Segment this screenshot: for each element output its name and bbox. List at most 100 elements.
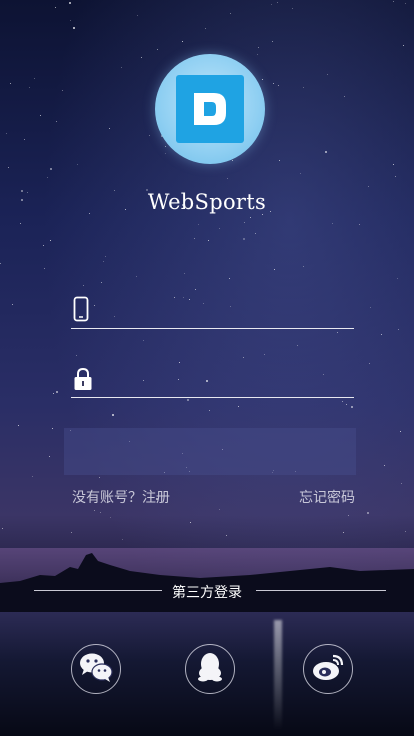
star: [207, 239, 209, 241]
star: [209, 409, 211, 411]
star: [164, 146, 166, 148]
star: [393, 163, 394, 165]
star: [194, 238, 196, 239]
star: [136, 14, 138, 16]
star: [99, 512, 101, 514]
star: [278, 85, 280, 87]
star: [270, 4, 272, 6]
app-name: WebSports: [147, 190, 267, 214]
star: [51, 428, 53, 430]
star: [277, 1, 278, 3]
star: [261, 79, 263, 81]
star: [393, 1, 395, 2]
wechat-icon: [78, 651, 114, 687]
star: [218, 227, 220, 229]
star: [327, 73, 329, 75]
star: [272, 83, 274, 85]
star: [367, 186, 369, 187]
star: [397, 277, 399, 279]
divider-right: [256, 590, 386, 591]
star: [244, 221, 245, 223]
star: [272, 41, 274, 43]
star: [300, 172, 302, 174]
star: [40, 114, 41, 116]
star: [197, 223, 199, 225]
star: [56, 120, 58, 122]
star: [249, 216, 251, 218]
star: [69, 1, 72, 4]
star: [23, 138, 25, 140]
star: [337, 331, 339, 333]
star: [399, 431, 401, 433]
star: [343, 531, 345, 533]
star: [303, 86, 305, 88]
weibo-login-button[interactable]: [303, 644, 353, 694]
star: [370, 306, 372, 308]
logo-d-icon: [176, 75, 244, 143]
star: [111, 414, 114, 416]
star: [367, 511, 370, 514]
star: [102, 260, 104, 262]
star: [359, 223, 361, 225]
star: [274, 269, 276, 271]
star: [0, 263, 2, 265]
star: [183, 273, 185, 275]
star: [332, 222, 334, 224]
star: [121, 66, 123, 68]
star: [105, 256, 106, 257]
star: [291, 7, 293, 9]
star: [256, 53, 258, 55]
phone-input[interactable]: [107, 292, 354, 324]
star: [229, 13, 231, 14]
forgot-password-link[interactable]: 忘记密码: [299, 487, 355, 507]
star: [325, 150, 328, 153]
star: [189, 522, 191, 524]
moon-reflection: [274, 620, 282, 730]
register-link[interactable]: 没有账号？注册: [72, 487, 170, 507]
qq-login-button[interactable]: [185, 644, 235, 694]
star: [33, 77, 35, 79]
star: [368, 362, 370, 364]
phone-field: [71, 290, 354, 329]
star: [342, 401, 343, 403]
star: [157, 48, 159, 50]
star: [229, 278, 231, 280]
star: [76, 355, 78, 357]
star: [232, 159, 234, 161]
star: [242, 356, 244, 358]
star: [69, 20, 71, 22]
star: [140, 56, 142, 58]
star: [77, 164, 79, 166]
password-input[interactable]: [107, 361, 354, 393]
star: [404, 531, 406, 533]
star: [218, 509, 220, 511]
star: [5, 132, 7, 134]
star: [262, 214, 264, 215]
star: [402, 44, 404, 46]
star: [149, 135, 151, 137]
star: [296, 345, 298, 347]
star: [10, 83, 12, 85]
star: [82, 285, 84, 286]
star: [225, 534, 227, 536]
star: [303, 265, 305, 267]
weibo-icon: [311, 652, 345, 686]
star: [72, 27, 75, 29]
star: [400, 482, 402, 484]
wechat-login-button[interactable]: [71, 644, 121, 694]
star: [347, 515, 349, 517]
star: [238, 406, 240, 407]
star: [254, 233, 256, 234]
qq-penguin-icon: [195, 651, 225, 687]
star: [42, 244, 44, 246]
star: [46, 177, 48, 179]
star: [94, 510, 96, 512]
star: [55, 390, 58, 393]
star: [351, 405, 354, 408]
third-party-title: 第三方登录: [172, 585, 242, 601]
star: [135, 275, 137, 277]
star: [100, 281, 102, 283]
login-button[interactable]: [64, 428, 356, 475]
star: [383, 464, 385, 466]
mountain-silhouette: [0, 553, 414, 615]
